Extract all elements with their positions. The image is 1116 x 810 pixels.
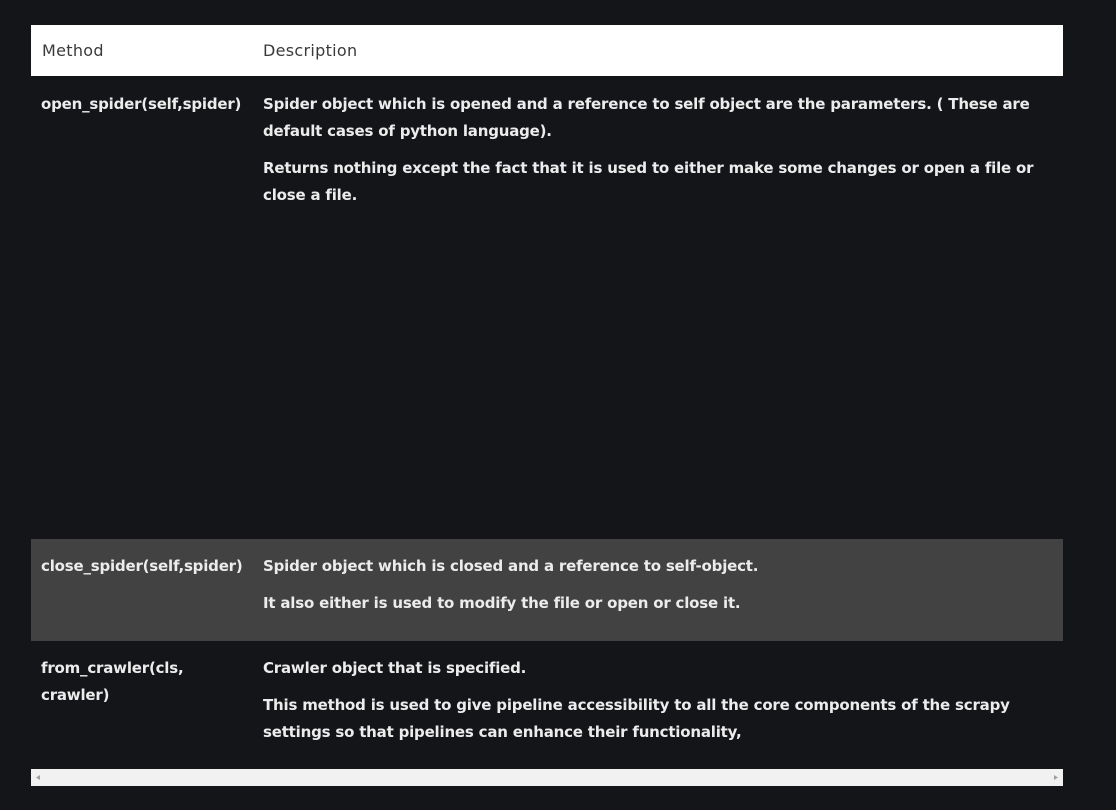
description-paragraph: Returns nothing except the fact that it … xyxy=(263,159,1034,204)
table-row: close_spider(self,spider) Spider object … xyxy=(31,539,1063,641)
scroll-right-arrow-icon[interactable] xyxy=(1048,769,1063,786)
description-paragraph: This method is used to give pipeline acc… xyxy=(263,696,1010,741)
description-paragraph: Spider object which is closed and a refe… xyxy=(263,557,759,575)
description-paragraph: Crawler object that is specified. xyxy=(263,659,527,677)
table-row: open_spider(self,spider) Spider object w… xyxy=(31,76,1063,539)
method-cell: open_spider(self,spider) xyxy=(41,95,242,113)
description-cell: Spider object which is closed and a refe… xyxy=(263,553,1063,617)
table-header: Method Description xyxy=(31,25,1063,76)
method-cell: from_crawler(cls, crawler) xyxy=(41,659,184,704)
description-cell: Spider object which is opened and a refe… xyxy=(263,91,1063,209)
description-paragraph: Spider object which is opened and a refe… xyxy=(263,95,1030,140)
methods-table: Method Description open_spider(self,spid… xyxy=(31,25,1063,769)
header-method: Method xyxy=(42,41,104,60)
table-row: from_crawler(cls, crawler) Crawler objec… xyxy=(31,641,1063,769)
description-paragraph: It also either is used to modify the fil… xyxy=(263,594,741,612)
header-description: Description xyxy=(263,41,358,60)
horizontal-scrollbar[interactable] xyxy=(31,769,1063,786)
scroll-left-arrow-icon[interactable] xyxy=(31,769,46,786)
description-cell: Crawler object that is specified. This m… xyxy=(263,655,1063,746)
method-cell: close_spider(self,spider) xyxy=(41,557,243,575)
